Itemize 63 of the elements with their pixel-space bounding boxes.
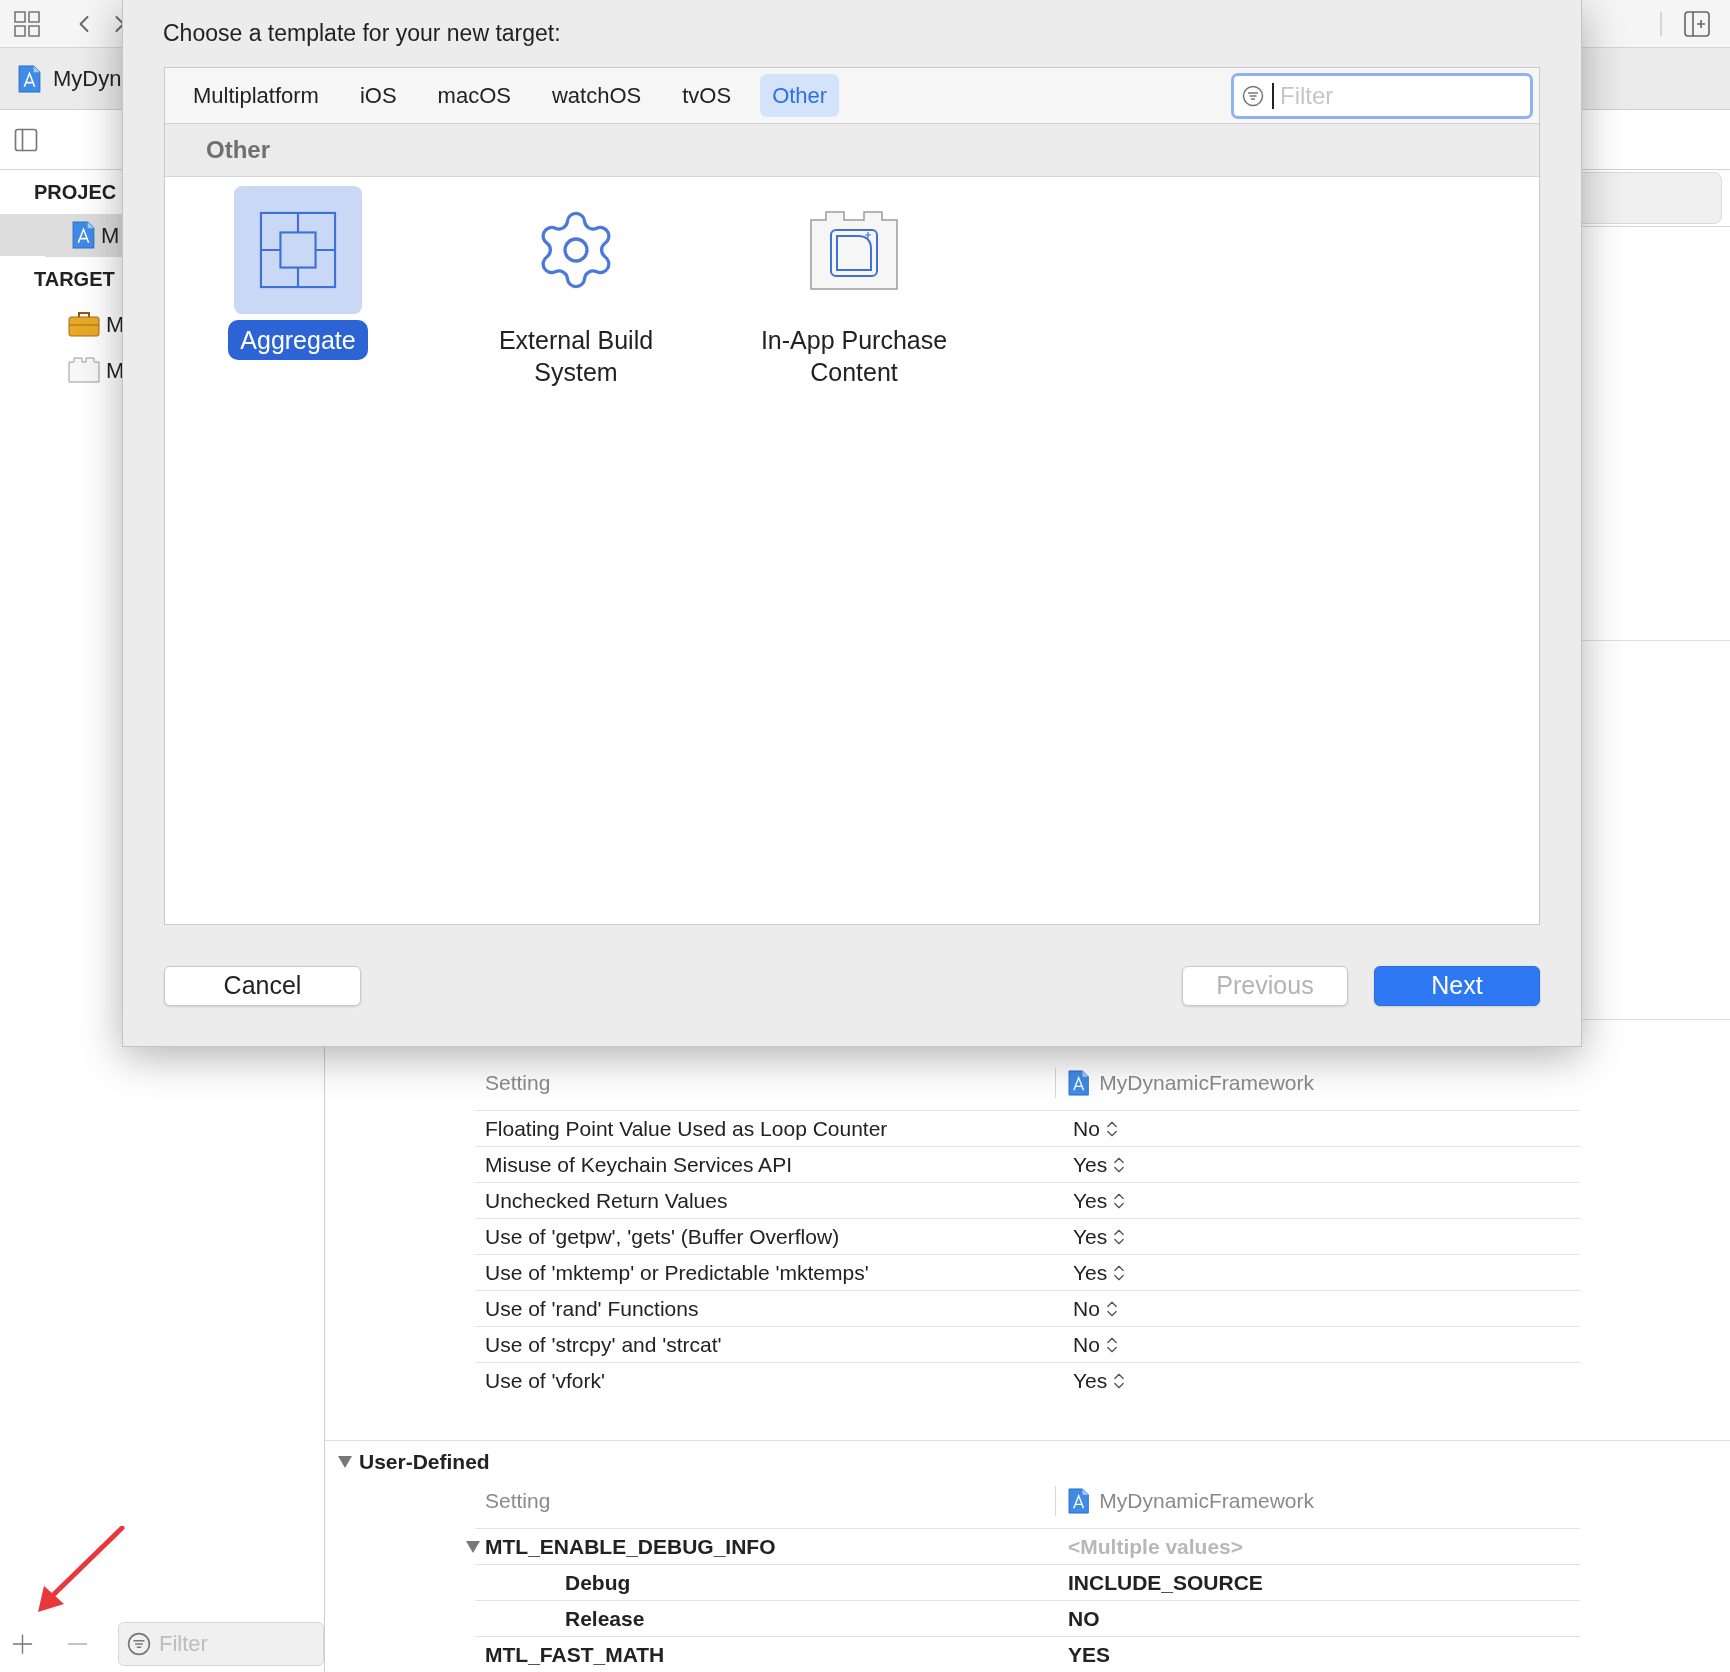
platform-tab[interactable]: watchOS	[539, 74, 654, 117]
setting-name: MTL_FAST_MATH	[485, 1641, 665, 1668]
filter-icon	[127, 1632, 151, 1656]
grid-squares-icon	[259, 211, 337, 289]
setting-value[interactable]: No	[1073, 1328, 1100, 1361]
grid-icon[interactable]	[14, 10, 40, 37]
toolbox-icon	[68, 311, 100, 337]
platform-tab[interactable]: iOS	[347, 74, 409, 117]
sidebar-section-title: TARGET	[34, 267, 115, 292]
disclosure-triangle-icon[interactable]	[465, 1539, 481, 1554]
disclosure-triangle-icon[interactable]	[337, 1455, 353, 1469]
setting-value[interactable]: Yes	[1073, 1184, 1108, 1217]
next-button[interactable]: Next	[1374, 966, 1540, 1006]
setting-name: Use of 'strcpy' and 'strcat'	[485, 1331, 722, 1358]
setting-name: Floating Point Value Used as Loop Counter	[485, 1115, 888, 1142]
template-label[interactable]: External Build System	[456, 320, 696, 392]
setting-value[interactable]: Yes	[1073, 1256, 1108, 1289]
template-label[interactable]: Aggregate	[228, 320, 368, 360]
setting-value[interactable]: No	[1073, 1112, 1100, 1145]
app-icon	[18, 64, 41, 93]
setting-name: Use of 'getpw', 'gets' (Buffer Overflow)	[485, 1223, 840, 1250]
template-tile[interactable]	[234, 186, 362, 314]
section-title[interactable]: User-Defined	[359, 1446, 490, 1478]
platform-tab[interactable]: macOS	[425, 74, 523, 117]
filter-field[interactable]: Filter	[1231, 72, 1533, 119]
template-label[interactable]: In-App Purchase Content	[734, 320, 974, 392]
setting-value: INCLUDE_SOURCE	[1068, 1570, 1263, 1594]
setting-name: Misuse of Keychain Services API	[485, 1151, 792, 1178]
cancel-button[interactable]: Cancel	[164, 966, 361, 1006]
setting-value: <Multiple values>	[1068, 1534, 1244, 1558]
setting-value[interactable]: Yes	[1073, 1364, 1108, 1397]
add-icon[interactable]	[12, 1632, 33, 1656]
column-header: Setting	[485, 1489, 551, 1513]
setting-name: Unchecked Return Values	[485, 1187, 728, 1214]
app-icon	[72, 221, 95, 249]
sidebar-section-title: PROJEC	[34, 180, 117, 205]
app-icon	[1068, 1070, 1090, 1096]
dialog-title: Choose a template for your new target:	[163, 19, 561, 49]
platform-tab[interactable]: Multiplatform	[181, 74, 331, 117]
section-header: Other	[206, 135, 270, 165]
setting-value[interactable]: Yes	[1073, 1220, 1108, 1253]
column-header: MyDynamicFramework	[1099, 1488, 1314, 1515]
setting-name: Debug	[565, 1569, 631, 1596]
platform-tab[interactable]: tvOS	[670, 74, 744, 117]
setting-value[interactable]: Yes	[1073, 1148, 1108, 1181]
add-panel-icon[interactable]	[1684, 10, 1710, 37]
setting-name: Use of 'vfork'	[485, 1367, 606, 1394]
setting-name: Use of 'mktemp' or Predictable 'mktemps'	[485, 1259, 869, 1286]
setting-name: Use of 'rand' Functions	[485, 1295, 699, 1322]
platform-tab[interactable]: Other	[760, 74, 840, 117]
setting-name: Release	[565, 1605, 645, 1632]
box-icon	[68, 357, 100, 383]
filter-icon	[1242, 84, 1264, 107]
setting-value: YES	[1068, 1642, 1111, 1666]
project-tab[interactable]: MyDyn	[52, 62, 122, 95]
app-icon	[1068, 1488, 1090, 1514]
column-header: Setting	[485, 1071, 551, 1095]
text-cursor	[1272, 82, 1274, 109]
package-icon	[810, 210, 898, 290]
setting-value: NO	[1068, 1606, 1100, 1630]
column-header: MyDynamicFramework	[1099, 1070, 1314, 1097]
setting-value[interactable]: No	[1073, 1292, 1100, 1325]
setting-name: MTL_ENABLE_DEBUG_INFO	[485, 1533, 776, 1560]
